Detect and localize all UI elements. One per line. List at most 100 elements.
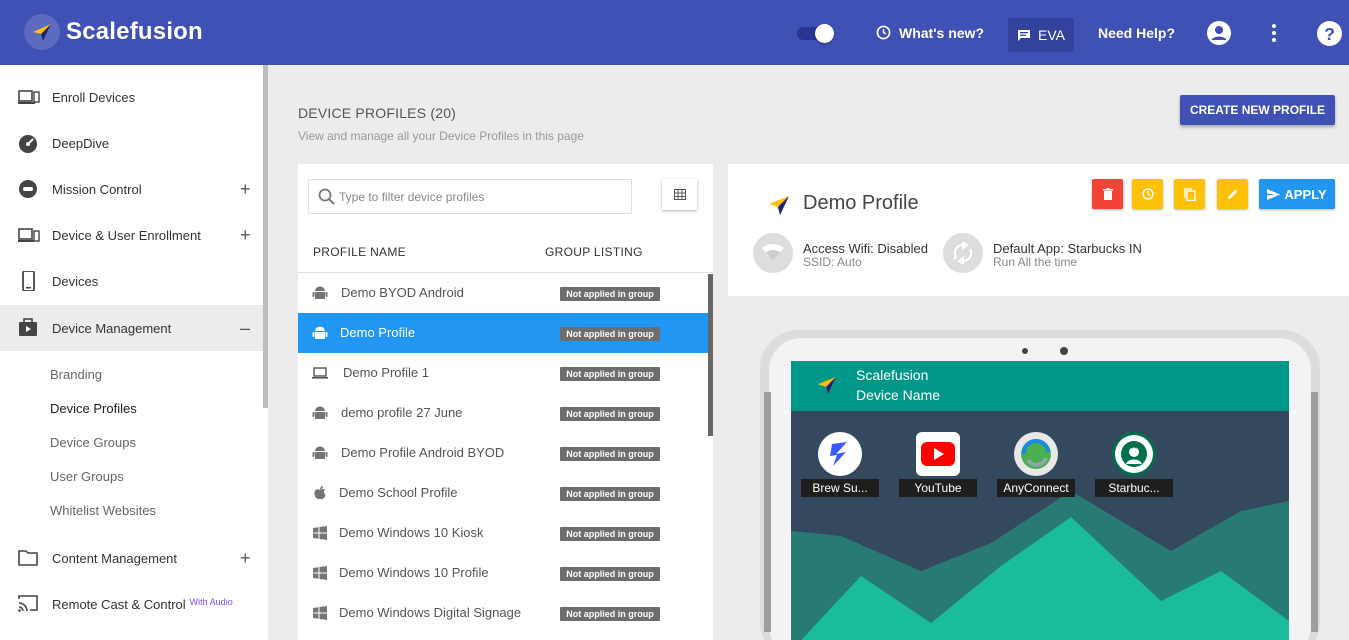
android-icon bbox=[312, 446, 328, 459]
sidebar-item-label: Device & User Enrollment bbox=[52, 227, 201, 243]
sidebar-item-device-user-enrollment[interactable]: Device & User Enrollment + bbox=[0, 212, 263, 258]
mission-control-icon bbox=[19, 180, 37, 198]
expand-icon[interactable]: + bbox=[240, 548, 251, 569]
wifi-ssid: SSID: Auto bbox=[803, 255, 862, 269]
device-management-icon bbox=[19, 318, 37, 336]
need-help-label: Need Help? bbox=[1098, 24, 1176, 41]
table-row[interactable]: demo profile 27 June Not applied in grou… bbox=[298, 393, 708, 433]
brew-app-icon bbox=[818, 432, 862, 476]
grid-icon bbox=[673, 189, 686, 200]
windows-icon bbox=[313, 526, 327, 540]
app-tile-youtube[interactable]: YouTube bbox=[898, 432, 978, 497]
theme-toggle[interactable] bbox=[797, 24, 835, 43]
sidebar-item-mission-control[interactable]: Mission Control + bbox=[0, 166, 263, 212]
wifi-status-title: Access Wifi: Disabled bbox=[803, 241, 928, 256]
sidebar-subitem-user-groups[interactable]: User Groups bbox=[50, 469, 124, 484]
profile-list-panel: Type to filter device profiles PROFILE N… bbox=[298, 164, 713, 640]
device-header-title: Scalefusion bbox=[856, 367, 929, 383]
profile-search-input[interactable]: Type to filter device profiles bbox=[308, 179, 632, 214]
expand-icon[interactable]: + bbox=[240, 225, 251, 246]
sidebar-subitem-branding[interactable]: Branding bbox=[50, 367, 102, 382]
apple-icon bbox=[314, 486, 326, 500]
app-tile-starbucks[interactable]: Starbuc... bbox=[1094, 432, 1174, 497]
table-row[interactable]: Demo Profile 1 Not applied in group bbox=[298, 353, 708, 393]
group-listing-header[interactable]: GROUP LISTING bbox=[545, 245, 643, 259]
collapse-icon[interactable]: – bbox=[240, 318, 250, 339]
send-icon bbox=[1267, 188, 1281, 200]
status-badge: Not applied in group bbox=[560, 447, 660, 461]
sidebar-item-label: DeepDive bbox=[52, 135, 110, 151]
sidebar-item-devices[interactable]: Devices bbox=[0, 258, 263, 304]
table-row[interactable]: Demo Windows 10 Profile Not applied in g… bbox=[298, 553, 708, 593]
eva-label: EVA bbox=[1038, 27, 1065, 43]
copy-button[interactable] bbox=[1174, 179, 1205, 209]
sidebar-subitem-device-groups[interactable]: Device Groups bbox=[50, 435, 136, 450]
sidebar-scrollbar[interactable] bbox=[263, 65, 268, 408]
table-row-selected[interactable]: Demo Profile Not applied in group bbox=[298, 313, 708, 353]
more-vert-icon[interactable] bbox=[1268, 23, 1280, 43]
scalefusion-logo-icon bbox=[24, 14, 60, 50]
enroll-icon bbox=[18, 90, 40, 104]
with-audio-badge: With Audio bbox=[189, 596, 233, 607]
whats-new-link[interactable]: What's new? bbox=[876, 0, 984, 65]
sidebar-subitem-device-profiles[interactable]: Device Profiles bbox=[50, 401, 137, 416]
need-help-link[interactable]: Need Help? bbox=[1098, 0, 1175, 65]
account-icon[interactable] bbox=[1207, 21, 1231, 45]
expand-icon[interactable]: + bbox=[240, 179, 251, 200]
app-tile-brew[interactable]: Brew Su... bbox=[800, 432, 880, 497]
sidebar-item-deepdive[interactable]: DeepDive bbox=[0, 120, 263, 166]
app-name: Brew Su... bbox=[801, 479, 879, 497]
status-badge: Not applied in group bbox=[560, 407, 660, 421]
laptop-icon bbox=[312, 367, 328, 379]
sidebar-item-label: Remote Cast & Control bbox=[52, 596, 186, 612]
brand-logo[interactable]: Scalefusion bbox=[24, 14, 203, 50]
brand-name: Scalefusion bbox=[66, 18, 203, 45]
table-row[interactable]: Demo Windows Digital Signage Not applied… bbox=[298, 593, 708, 633]
page-subtitle: View and manage all your Device Profiles… bbox=[298, 129, 584, 143]
table-row[interactable]: Demo School Profile Not applied in group bbox=[298, 473, 708, 513]
create-new-profile-button[interactable]: CREATE NEW PROFILE bbox=[1180, 95, 1335, 125]
apply-button[interactable]: APPLY bbox=[1259, 179, 1335, 209]
grid-view-button[interactable] bbox=[662, 179, 697, 210]
table-row[interactable]: Demo Windows 10 Kiosk Not applied in gro… bbox=[298, 513, 708, 553]
sidebar-subitem-whitelist-websites[interactable]: Whitelist Websites bbox=[50, 503, 156, 518]
sidebar-item-device-management[interactable]: Device Management – bbox=[0, 305, 263, 351]
folder-icon bbox=[18, 550, 38, 566]
device-screen: Scalefusion Device Name Brew Su... YouTu… bbox=[791, 361, 1289, 640]
profile-name: Demo School Profile bbox=[339, 485, 458, 500]
help-icon[interactable]: ? bbox=[1317, 21, 1342, 46]
schedule-button[interactable] bbox=[1132, 179, 1163, 209]
clock-icon bbox=[876, 25, 891, 40]
edit-button[interactable] bbox=[1217, 179, 1248, 209]
list-scrollbar[interactable] bbox=[708, 274, 713, 436]
eva-button[interactable]: EVA bbox=[1008, 18, 1074, 52]
status-badge: Not applied in group bbox=[560, 567, 660, 581]
sidebar-item-remote-cast[interactable]: Remote Cast & Control With Audio bbox=[0, 581, 263, 627]
android-icon bbox=[312, 326, 328, 339]
profile-name-header[interactable]: PROFILE NAME bbox=[313, 245, 406, 259]
sync-icon bbox=[953, 242, 973, 264]
sidebar-item-content-management[interactable]: Content Management + bbox=[0, 535, 263, 581]
cast-icon bbox=[18, 595, 38, 612]
profile-name: Demo BYOD Android bbox=[341, 285, 464, 300]
sidebar-item-enroll-devices[interactable]: Enroll Devices bbox=[0, 74, 263, 120]
phone-icon bbox=[22, 271, 35, 291]
delete-button[interactable] bbox=[1092, 179, 1123, 209]
profile-detail-panel: Demo Profile APPLY Access Wifi: Disabled… bbox=[728, 164, 1349, 296]
youtube-icon bbox=[916, 432, 960, 476]
app-name: AnyConnect bbox=[997, 479, 1075, 497]
profile-name: Demo Windows 10 Kiosk bbox=[339, 525, 484, 540]
table-row[interactable]: Demo Profile Android BYOD Not applied in… bbox=[298, 433, 708, 473]
device-side-button bbox=[1311, 392, 1318, 632]
table-row[interactable]: Demo BYOD Android Not applied in group bbox=[298, 273, 708, 313]
sidebar-item-label: Device Management bbox=[52, 320, 172, 336]
profile-name: Demo Profile bbox=[340, 325, 416, 340]
profile-name: Demo Profile Android BYOD bbox=[341, 445, 505, 460]
wifi-icon bbox=[762, 243, 784, 261]
default-app-title: Default App: Starbucks IN bbox=[993, 241, 1142, 256]
android-icon bbox=[312, 406, 328, 419]
app-tile-anyconnect[interactable]: AnyConnect bbox=[996, 432, 1076, 497]
status-badge: Not applied in group bbox=[560, 287, 660, 301]
wifi-status-icon-wrap bbox=[753, 233, 793, 273]
app-name: Starbuc... bbox=[1095, 479, 1173, 497]
